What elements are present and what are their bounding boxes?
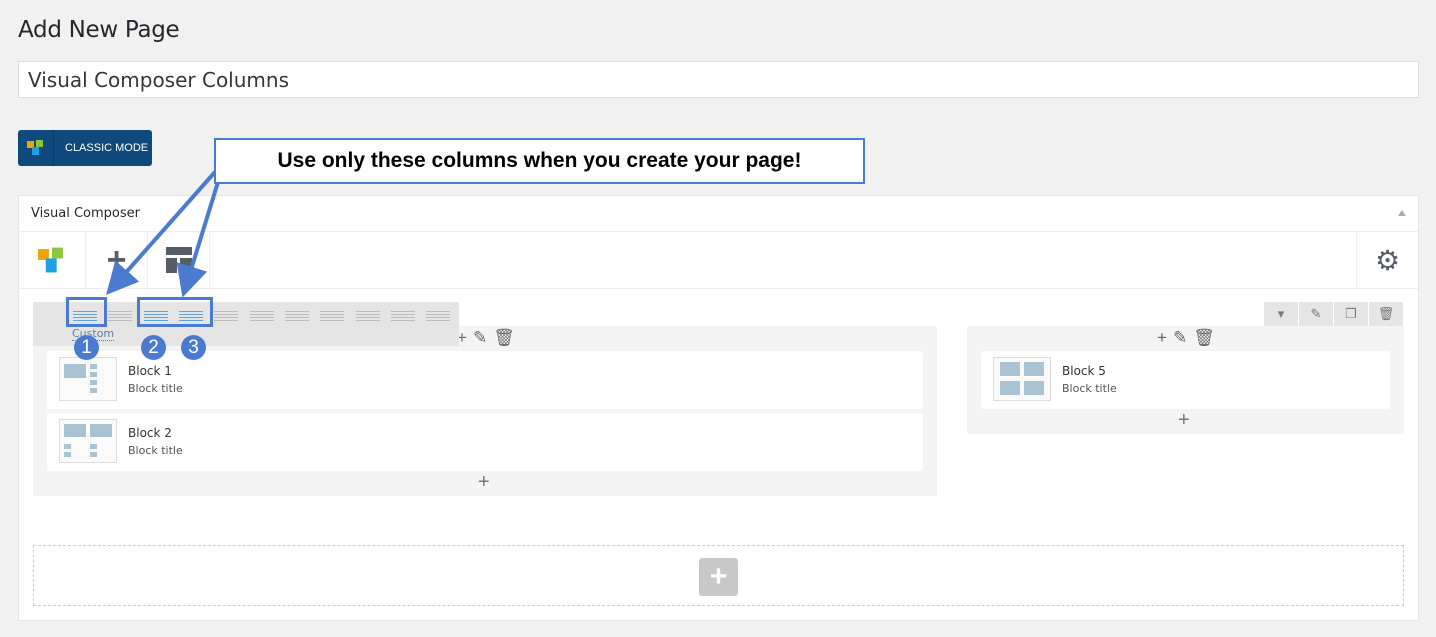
callout-arrows (106, 170, 220, 298)
number-badge: 1 (74, 335, 99, 360)
number-badge: 2 (141, 335, 166, 360)
number-badge: 3 (181, 335, 206, 360)
callout-box: Use only these columns when you create y… (214, 138, 865, 184)
